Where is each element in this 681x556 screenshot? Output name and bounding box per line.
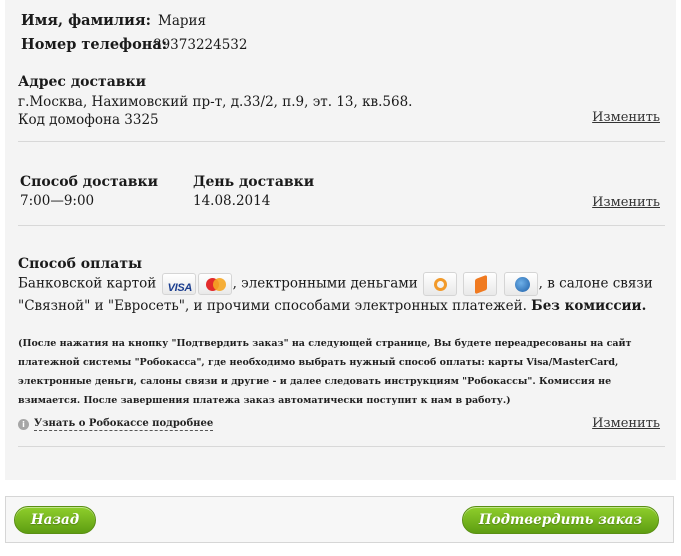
divider bbox=[18, 141, 665, 142]
info-icon: i bbox=[18, 419, 29, 430]
delivery-method-label: Способ доставки bbox=[20, 174, 158, 190]
confirm-order-button[interactable]: Подтвердить заказ bbox=[462, 506, 659, 534]
payment-title: Способ оплаты bbox=[18, 256, 143, 272]
action-bar: Назад Подтвердить заказ bbox=[5, 496, 674, 543]
payment-emoney-text: , электронными деньгами bbox=[232, 275, 418, 292]
no-fee-text: Без комиссии. bbox=[531, 298, 647, 314]
robokassa-note: (После нажатия на кнопку "Подтвердить за… bbox=[18, 338, 632, 406]
mastercard-icon bbox=[197, 273, 232, 295]
yandex-money-icon bbox=[463, 272, 498, 296]
phone-value: 89373224532 bbox=[153, 37, 248, 53]
payment-card-text: Банковской картой bbox=[18, 275, 157, 292]
delivery-day-label: День доставки bbox=[193, 174, 315, 190]
webmoney-icon bbox=[503, 272, 538, 296]
intercom-code: Код домофона 3325 bbox=[18, 112, 159, 128]
divider bbox=[18, 225, 665, 226]
phone-label: Номер телефона: bbox=[21, 36, 168, 53]
change-address-link[interactable]: Изменить bbox=[592, 110, 660, 125]
change-payment-link[interactable]: Изменить bbox=[592, 416, 660, 431]
address-title: Адрес доставки bbox=[18, 74, 146, 90]
back-button[interactable]: Назад bbox=[14, 506, 96, 534]
robokassa-info-link[interactable]: Узнать о Робокассе подробнее bbox=[34, 417, 214, 431]
delivery-day-value: 14.08.2014 bbox=[193, 193, 271, 209]
delivery-method-value: 7:00—9:00 bbox=[20, 193, 95, 209]
change-delivery-link[interactable]: Изменить bbox=[592, 195, 660, 210]
name-label: Имя, фамилия: bbox=[21, 12, 151, 29]
order-summary-panel: Имя, фамилия: Мария Номер телефона: 8937… bbox=[5, 0, 676, 480]
address-line: г.Москва, Нахимовский пр-т, д.33/2, п.9,… bbox=[18, 94, 413, 110]
qiwi-icon bbox=[423, 272, 458, 296]
payment-description: Банковской картой VISA , электронными ден… bbox=[18, 272, 658, 316]
divider bbox=[18, 446, 665, 447]
visa-card-icon: VISA bbox=[161, 273, 196, 295]
name-value: Мария bbox=[158, 13, 207, 29]
